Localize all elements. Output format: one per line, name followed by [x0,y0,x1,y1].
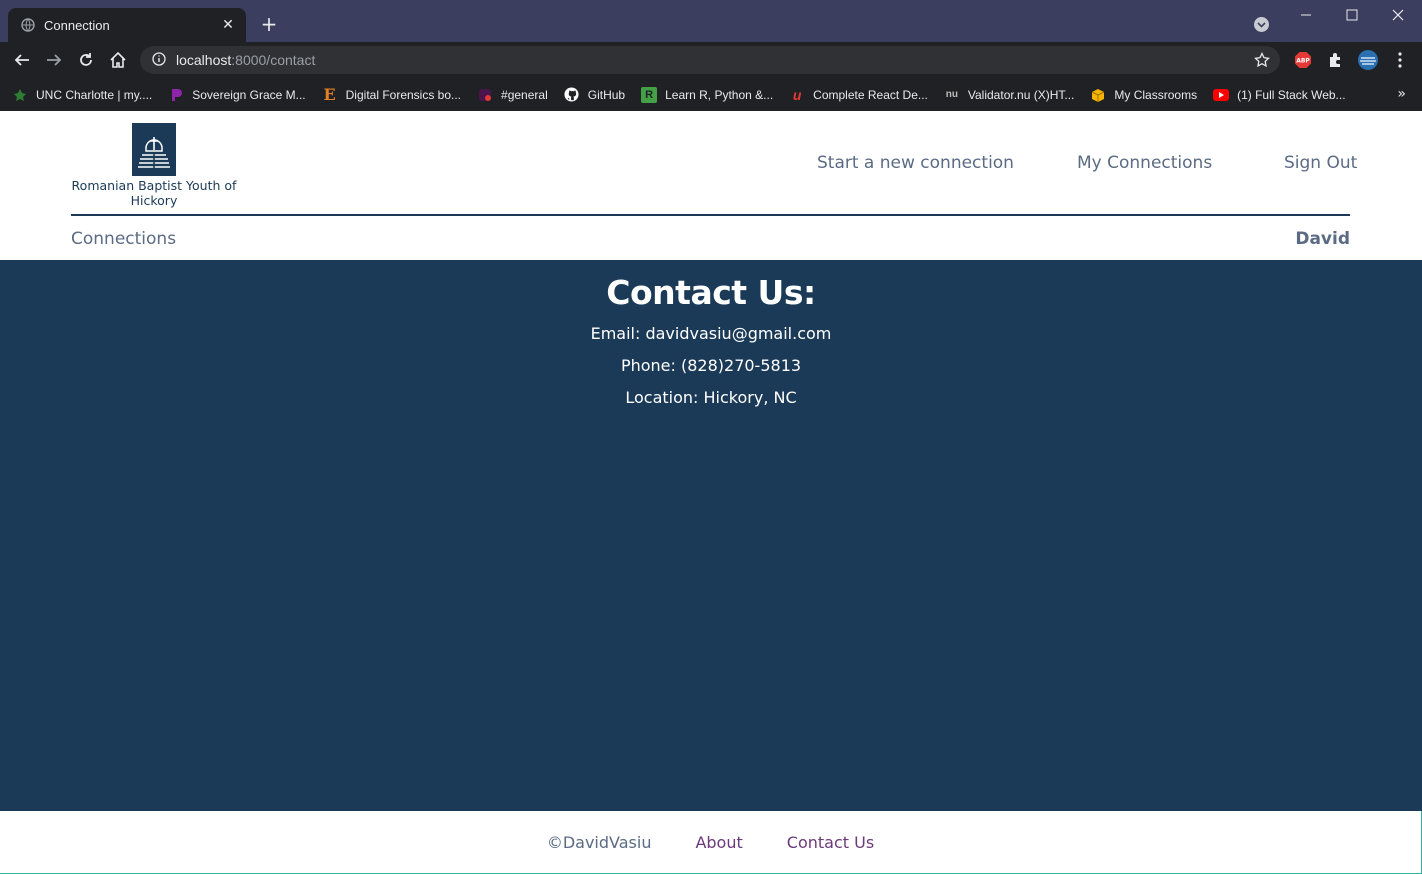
logo-text: Romanian Baptist Youth of Hickory [71,178,237,208]
contact-section: Contact Us: Email: davidvasiu@gmail.com … [0,260,1422,811]
bookmark-label: Learn R, Python &... [665,87,774,102]
close-tab-icon[interactable]: ✕ [220,17,236,33]
bookmark-label: UNC Charlotte | my.... [36,87,153,102]
browser-tab[interactable]: Connection ✕ [8,8,246,42]
browser-titlebar: Connection ✕ + [0,0,1422,42]
bookmark-star-icon[interactable] [1254,51,1270,72]
reload-icon[interactable] [76,50,96,70]
udemy-icon: u [792,86,802,103]
bookmarks-overflow-icon[interactable]: » [1397,86,1406,102]
tab-title: Connection [44,17,110,33]
bookmark-label: GitHub [587,87,626,102]
address-bar[interactable]: localhost:8000/contact [140,46,1280,74]
datacamp-icon: R [641,86,658,103]
extensions-icon[interactable] [1325,50,1345,70]
bookmark-general[interactable]: #general [477,87,548,103]
site-header: Romanian Baptist Youth of Hickory Start … [0,111,1422,260]
tab-search-icon[interactable] [1254,17,1269,32]
bookmark-github[interactable]: GitHub [564,87,625,103]
nav-start-connection[interactable]: Start a new connection [817,153,1014,173]
bookmark-label: #general [501,87,548,102]
forward-icon[interactable] [44,50,64,70]
browser-toolbar: localhost:8000/contact ABP [0,42,1422,78]
minimize-icon[interactable] [1291,4,1321,26]
bookmark-label: (1) Full Stack Web... [1237,87,1346,102]
github-icon [564,87,580,103]
validator-icon: nu [945,89,958,100]
adblock-icon[interactable]: ABP [1293,50,1313,70]
site-info-icon[interactable] [152,51,166,70]
back-icon[interactable] [12,50,32,70]
site-logo[interactable]: Romanian Baptist Youth of Hickory [71,123,237,208]
contact-email: Email: davidvasiu@gmail.com [590,324,832,343]
bookmark-learn-r-python[interactable]: R Learn R, Python &... [641,86,774,103]
bookmark-my-classrooms[interactable]: My Classrooms [1090,87,1197,103]
bookmark-digital-forensics[interactable]: E Digital Forensics bo... [322,85,462,104]
bookmarks-bar: UNC Charlotte | my.... Sovereign Grace M… [0,78,1422,111]
maximize-icon[interactable] [1337,4,1367,26]
bookmark-label: Complete React De... [813,87,928,102]
bookmark-unc-charlotte[interactable]: UNC Charlotte | my.... [12,87,152,103]
connections-link[interactable]: Connections [71,229,176,249]
header-divider [71,214,1350,216]
user-name: David [1295,229,1350,249]
home-icon[interactable] [108,50,128,70]
page-title: Contact Us: [606,273,816,312]
classroom-box-icon [1090,87,1106,103]
bookmark-sovereign-grace[interactable]: Sovereign Grace M... [168,87,306,103]
unc-charlotte-icon [12,87,28,103]
profile-avatar-icon[interactable] [1356,50,1380,70]
bookmark-label: My Classrooms [1114,87,1198,102]
contact-location: Location: Hickory, NC [625,388,797,407]
sovereign-grace-icon [168,87,184,103]
footer-contact-link[interactable]: Contact Us [787,833,874,852]
contact-phone: Phone: (828)270-5813 [620,356,802,375]
bookmark-label: Digital Forensics bo... [345,87,462,102]
url-path: :8000/contact [231,52,316,68]
etextbook-icon: E [323,85,336,104]
svg-text:ABP: ABP [1296,58,1310,65]
youtube-icon [1213,87,1230,103]
footer-about-link[interactable]: About [695,833,742,852]
globe-icon [20,17,36,33]
nav-my-connections[interactable]: My Connections [1077,153,1212,173]
bookmark-validator[interactable]: nu Validator.nu (X)HT... [944,87,1075,103]
footer-copyright: ©DavidVasiu [546,832,652,852]
url-host: localhost [176,52,232,68]
new-tab-button[interactable]: + [258,13,280,35]
close-window-icon[interactable] [1383,4,1413,26]
browser-menu-icon[interactable] [1390,50,1410,70]
bookmark-complete-react[interactable]: u Complete React De... [789,87,928,103]
church-logo-icon [132,123,176,176]
nav-sign-out[interactable]: Sign Out [1284,153,1357,173]
bookmark-label: Sovereign Grace M... [192,87,306,102]
bookmark-label: Validator.nu (X)HT... [967,87,1075,102]
url-text: localhost:8000/contact [176,52,315,68]
slack-icon [477,87,493,103]
site-footer: ©DavidVasiu About Contact Us [0,811,1422,874]
bookmark-full-stack[interactable]: (1) Full Stack Web... [1213,87,1346,103]
